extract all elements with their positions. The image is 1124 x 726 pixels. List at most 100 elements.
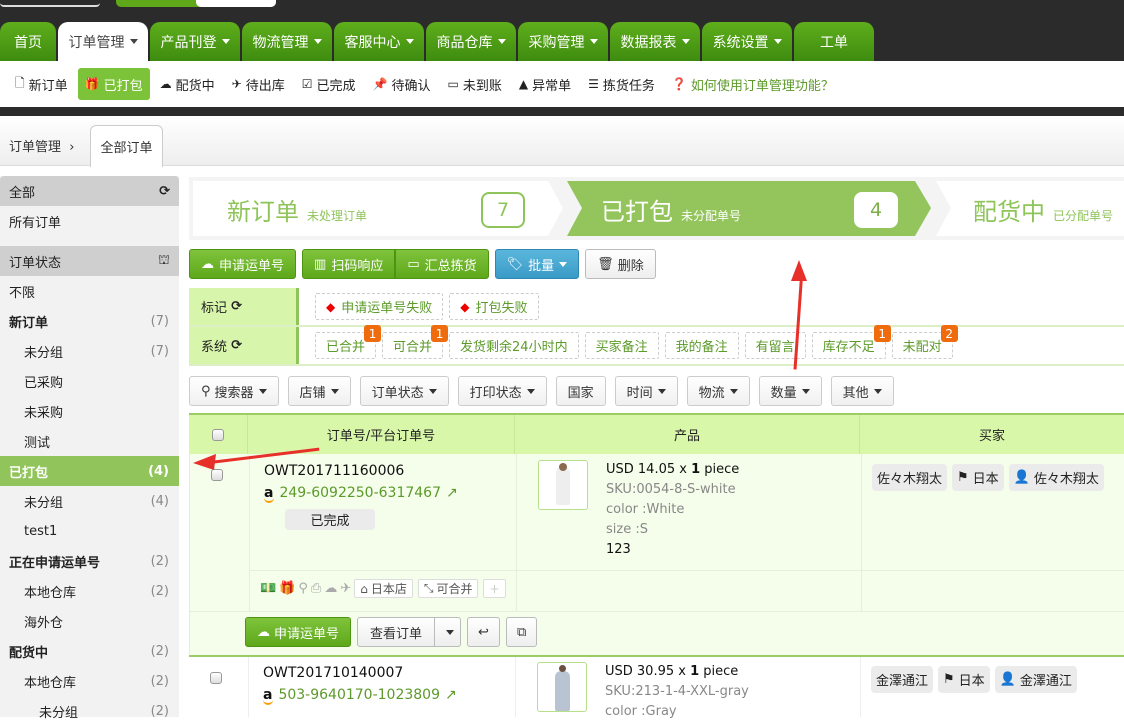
platform-order-link[interactable]: 249-6092250-6317467 [279,485,441,501]
undo-button[interactable]: ↩ [467,617,500,647]
batch-button[interactable]: 🏷 批量 [494,249,580,279]
tag-filter[interactable]: 我的备注 [664,332,739,359]
tag-filter[interactable]: 发货剩余24小时内 [449,332,579,359]
select-all-checkbox[interactable] [212,428,224,441]
buyer-name-tag[interactable]: 佐々木翔太 [872,464,948,491]
subnav-completed[interactable]: ☑ 已完成 [295,68,363,100]
tag-filter[interactable]: 未配对 2 [891,325,958,359]
country-tag[interactable]: ⚑ 日本 [938,666,990,693]
subnav-new-orders[interactable]: 🗋 新订单 [8,68,75,100]
nav-tab-purchase[interactable]: 采购管理 [518,22,608,61]
refresh-icon[interactable]: ⟳ [231,299,242,314]
tag-icon: ◆ [460,299,470,314]
subnav-exception[interactable]: ▲ 异常单 [512,68,578,100]
tag-filter[interactable]: 买家备注 [584,332,659,359]
barcode-icon: ▥ [314,256,327,272]
subnav-unpaid[interactable]: ▭ 未到账 [440,68,508,100]
nav-tab-home[interactable]: 首页 [0,22,56,61]
sidebar-item[interactable]: 测试 [0,426,179,456]
external-link-icon[interactable]: ↗ [446,485,458,501]
step-packed[interactable]: 已打包 未分配单号 4 [567,181,932,236]
filter-dropdown[interactable]: 店铺 [287,376,351,406]
subnav-packed[interactable]: 🎁 已打包 [77,68,150,100]
buyer-user-tag[interactable]: 👤 金澤通江 [994,666,1077,693]
shop-tag[interactable]: ⌂ 日本店 [354,579,413,598]
view-order-button[interactable]: 查看订单 [357,617,436,647]
sidebar-item[interactable]: 正在申请运单号 (2) [0,546,179,576]
sidebar-item[interactable]: 不限 [0,276,179,306]
sidebar-item[interactable]: 已打包 (4) [0,456,179,486]
add-tag-button[interactable]: + [483,579,506,598]
sidebar-item[interactable]: 本地仓库 (2) [0,576,179,606]
country-tag[interactable]: ⚑ 日本 [952,464,1004,491]
external-link-icon[interactable]: ↗ [445,687,457,703]
subnav-pending-confirm[interactable]: 📌 待确认 [366,68,438,100]
sidebar-item[interactable]: 未分组 (7) [0,336,179,366]
filter-dropdown[interactable]: 其他 [830,376,894,406]
nav-tab-settings[interactable]: 系统设置 [702,22,792,61]
mergeable-tag[interactable]: ⤡ 可合并 [417,579,479,598]
tag-filter[interactable]: 已合并 1 [315,325,382,359]
sidebar-item[interactable]: 海外仓 [0,606,179,636]
summary-pick-button[interactable]: ▭ 汇总拣货 [395,249,489,279]
row-checkbox[interactable] [210,672,222,684]
filter-dropdown[interactable]: 时间 [614,376,678,406]
tag-filter[interactable]: 可合并 1 [382,325,449,359]
subnav-pending-out[interactable]: ✈ 待出库 [225,68,292,100]
filter-dropdown[interactable]: 物流 [686,376,750,406]
refresh-icon[interactable]: ⟳ [159,184,170,199]
filter-dropdown[interactable]: 数量 [758,376,822,406]
row-apply-waybill-button[interactable]: ☁ 申请运单号 [245,617,352,647]
product-sku: SKU:213-1-4-XXL-gray [605,684,749,699]
sidebar-item[interactable]: 未分组 (2) [0,696,179,726]
product-thumbnail[interactable] [538,460,588,510]
chevron-down-icon [657,388,666,394]
nav-tab-logistics[interactable]: 物流管理 [242,22,332,61]
sidebar-item[interactable]: 未采购 [0,396,179,426]
col-order-no: 订单号/平台订单号 [248,415,515,454]
buyer-user-tag[interactable]: 👤 佐々木翔太 [1008,464,1104,491]
nav-tab-warehouse[interactable]: 商品仓库 [426,22,516,61]
sidebar-item[interactable]: 本地仓库 (2) [0,666,179,696]
subnav-allocating[interactable]: ☁ 配货中 [153,68,222,100]
nav-tab-orders[interactable]: 订单管理 [58,22,148,61]
sidebar-item[interactable]: 未分组 (4) [0,486,179,516]
breadcrumb-parent[interactable]: 订单管理 › [9,136,74,155]
nav-tab-service[interactable]: 客服中心 [334,22,424,61]
sidebar-item[interactable]: 配货中 (2) [0,636,179,666]
nav-tab-listing[interactable]: 产品刊登 [150,22,240,61]
view-order-dropdown[interactable] [435,617,462,647]
refresh-icon[interactable]: ⟳ [231,338,242,353]
platform-order-link[interactable]: 503-9640170-1023809 [278,687,440,703]
tag-filter[interactable]: ◆ 申请运单号失败 [315,293,444,320]
search-input[interactable] [196,0,276,7]
product-thumbnail[interactable] [537,662,587,712]
buyer-name-tag[interactable]: 金澤通江 [871,666,934,693]
sidebar-item[interactable]: test1 [0,516,179,546]
nav-tab-tickets[interactable]: 工单 [794,22,874,61]
table-row: OWT201711160006 a 249-6092250-6317467 ↗ 已完… [189,454,1124,654]
scan-response-button[interactable]: ▥ 扫码响应 [302,249,396,279]
nav-tab-reports[interactable]: 数据报表 [610,22,700,61]
filter-dropdown[interactable]: 订单状态 [359,376,449,406]
sidebar-item-all-orders[interactable]: 所有订单 [0,206,179,236]
inbox-icon: ▭ [407,256,420,272]
step-new-orders[interactable]: 新订单 未处理订单 7 [193,181,563,236]
copy-button[interactable]: ⧉ [505,617,538,647]
tag-filter[interactable]: ◆ 打包失败 [449,293,539,320]
cloud-upload-icon: ☁ [324,581,338,596]
help-link[interactable]: ❓ 如何使用订单管理功能？ [665,68,841,100]
apply-waybill-button[interactable]: ☁ 申请运单号 [189,249,297,279]
step-allocating[interactable]: 配货中 已分配单号 [936,181,1124,236]
sidebar-item[interactable]: 已采购 [0,366,179,396]
tag-filter[interactable]: 库存不足 1 [811,325,891,359]
filter-dropdown[interactable]: ⚲ 搜索器 [189,376,279,406]
order-number[interactable]: OWT201711160006 [264,463,458,479]
sidebar-item[interactable]: 新订单 (7) [0,306,179,336]
filter-dropdown[interactable]: 打印状态 [457,376,547,406]
order-number[interactable]: OWT201710140007 [263,665,457,681]
filter-dropdown[interactable]: 国家 [555,376,606,406]
delete-button[interactable]: 🗑 删除 [585,249,656,279]
tab-all-orders[interactable]: 全部订单 [90,125,163,167]
subnav-picking[interactable]: ☰ 拣货任务 [581,68,662,100]
